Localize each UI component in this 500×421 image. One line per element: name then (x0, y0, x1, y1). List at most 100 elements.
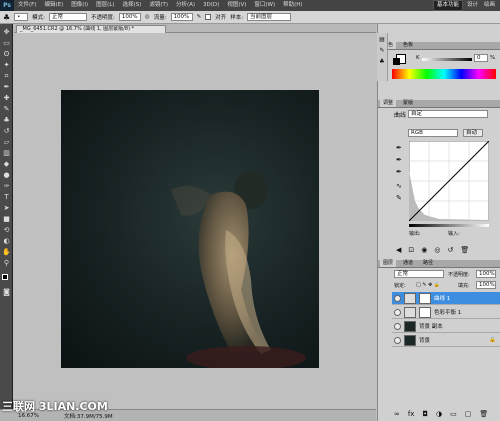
tab-layers[interactable]: 图层 (380, 260, 397, 267)
3d-rotate-tool-icon[interactable]: ⟲ (2, 226, 11, 235)
eyedropper-gray-icon[interactable]: ✒ (396, 156, 402, 164)
history-icon[interactable]: ▤ (377, 36, 387, 43)
pressure-opacity-icon[interactable]: ◎ (145, 14, 150, 20)
workspace-painting-button[interactable]: 绘画 (482, 0, 497, 11)
layer-mask-thumbnail[interactable] (419, 292, 431, 304)
curve-edit-icon[interactable]: ∿ (396, 182, 402, 190)
menu-image[interactable]: 图像(I) (67, 0, 92, 11)
curves-graph[interactable] (409, 141, 489, 221)
dodge-tool-icon[interactable]: ● (2, 171, 11, 180)
curves-channel-select[interactable]: RGB (408, 129, 458, 137)
tab-masks[interactable]: 蒙版 (400, 100, 416, 107)
sample-select[interactable]: 当前图层 (247, 13, 292, 21)
workspace-essentials-button[interactable]: 基本功能 (432, 0, 463, 11)
pen-tool-icon[interactable]: ✑ (2, 182, 11, 191)
quick-select-tool-icon[interactable]: ✦ (2, 61, 11, 70)
layer-row-curves[interactable]: 曲线 1 (392, 292, 500, 305)
tab-paths[interactable]: 路径 (420, 260, 436, 267)
layer-mask-thumbnail[interactable] (419, 306, 431, 318)
tab-channels[interactable]: 通道 (400, 260, 416, 267)
lasso-tool-icon[interactable]: ʘ (2, 50, 11, 59)
hand-tool-icon[interactable]: ✋ (2, 248, 11, 257)
marquee-tool-icon[interactable]: ▭ (2, 39, 11, 48)
layer-opacity-input[interactable]: 100% (476, 270, 496, 278)
menu-analysis[interactable]: 分析(A) (172, 0, 199, 11)
new-adjustment-icon[interactable]: ◑ (436, 410, 442, 418)
k-value-input[interactable]: 0 (474, 54, 488, 62)
menu-window[interactable]: 窗口(W) (250, 0, 279, 11)
color-ramp[interactable] (392, 69, 496, 79)
mode-select[interactable]: 正常 (49, 13, 88, 21)
move-tool-icon[interactable]: ✥ (2, 28, 11, 37)
clone-stamp-icon[interactable]: ♣ (3, 13, 10, 22)
delete-adjustment-icon[interactable]: 🗑 (460, 246, 469, 254)
new-layer-icon[interactable]: ▢ (465, 410, 472, 418)
view-previous-icon[interactable]: ◎ (434, 246, 440, 254)
crop-tool-icon[interactable]: ⌗ (2, 72, 11, 81)
visibility-icon[interactable]: ◉ (421, 246, 427, 254)
type-tool-icon[interactable]: T (2, 193, 11, 202)
zoom-tool-icon[interactable]: ⚲ (2, 259, 11, 268)
layer-name[interactable]: 曲线 1 (434, 294, 450, 302)
layer-name[interactable]: 背景 (419, 336, 430, 344)
layer-name[interactable]: 色彩平衡 1 (434, 308, 461, 316)
opacity-input[interactable]: 100% (118, 13, 141, 21)
clone-source-icon[interactable]: ♣ (377, 58, 387, 65)
menu-file[interactable]: 文件(F) (14, 0, 40, 11)
layer-style-icon[interactable]: fx (408, 410, 415, 418)
eye-icon[interactable] (394, 336, 401, 344)
lock-icons[interactable]: □ ✎ ✥ 🔒 (416, 282, 440, 288)
layer-row-color-balance[interactable]: 色彩平衡 1 (392, 306, 500, 319)
new-group-icon[interactable]: ▭ (450, 410, 457, 418)
return-icon[interactable]: ◀ (396, 246, 401, 254)
eyedropper-tool-icon[interactable]: ✒ (2, 83, 11, 92)
layer-row-background[interactable]: 背景 🔒 (392, 334, 500, 347)
blur-tool-icon[interactable]: ◆ (2, 160, 11, 169)
delete-layer-icon[interactable]: 🗑 (479, 410, 488, 418)
menu-filter[interactable]: 滤镜(T) (145, 0, 172, 11)
link-layers-icon[interactable]: ∞ (394, 410, 400, 418)
menu-3d[interactable]: 3D(D) (199, 0, 223, 11)
layer-row-background-copy[interactable]: 背景 副本 (392, 320, 500, 333)
bg-color-chip[interactable] (393, 58, 400, 65)
tab-adjustments[interactable]: 调整 (380, 100, 397, 107)
shape-tool-icon[interactable]: ■ (2, 215, 11, 224)
curves-preset-select[interactable]: 自定 (408, 110, 488, 118)
eye-icon[interactable] (394, 308, 401, 316)
eye-icon[interactable] (394, 294, 401, 302)
workspace-design-button[interactable]: 设计 (465, 0, 480, 11)
reset-icon[interactable]: ↺ (447, 246, 453, 254)
align-checkbox[interactable] (205, 14, 212, 20)
eye-icon[interactable] (394, 322, 401, 330)
blend-mode-select[interactable]: 正常 (394, 270, 444, 278)
clone-stamp-tool-icon[interactable]: ♣ (2, 116, 11, 125)
quick-mask-icon[interactable]: ◙ (2, 288, 11, 297)
fill-input[interactable]: 100% (476, 281, 496, 289)
menu-select[interactable]: 选择(S) (119, 0, 146, 11)
menu-edit[interactable]: 编辑(E) (40, 0, 67, 11)
document-image[interactable] (61, 90, 319, 370)
add-mask-icon[interactable]: ◘ (422, 410, 428, 418)
menu-view[interactable]: 视图(V) (223, 0, 250, 11)
eyedropper-white-icon[interactable]: ✒ (396, 168, 402, 176)
brush-preset-picker[interactable]: • (14, 13, 29, 21)
healing-brush-tool-icon[interactable]: ✚ (2, 94, 11, 103)
brush-tool-icon[interactable]: ✎ (2, 105, 11, 114)
history-brush-tool-icon[interactable]: ↺ (2, 127, 11, 136)
3d-orbit-tool-icon[interactable]: ◐ (2, 237, 11, 246)
eyedropper-black-icon[interactable]: ✒ (396, 144, 402, 152)
eraser-tool-icon[interactable]: ▱ (2, 138, 11, 147)
layer-name[interactable]: 背景 副本 (419, 322, 443, 330)
pencil-draw-icon[interactable]: ✎ (396, 194, 402, 202)
path-select-tool-icon[interactable]: ➤ (2, 204, 11, 213)
curves-auto-button[interactable]: 自动 (463, 129, 483, 137)
menu-help[interactable]: 帮助(H) (279, 0, 306, 11)
tab-swatches[interactable]: 色板 (400, 42, 416, 49)
document-tab[interactable]: _MG_6451.CR2 @ 16.7% (曲线 1, 图层蒙版/8) * (16, 25, 166, 33)
clip-icon[interactable]: ⊡ (408, 246, 414, 254)
airbrush-icon[interactable]: ✎ (197, 14, 202, 20)
gradient-tool-icon[interactable]: ▥ (2, 149, 11, 158)
k-slider[interactable] (422, 58, 472, 61)
brush-panel-icon[interactable]: ✎ (377, 47, 387, 54)
menu-layer[interactable]: 图层(L) (92, 0, 118, 11)
